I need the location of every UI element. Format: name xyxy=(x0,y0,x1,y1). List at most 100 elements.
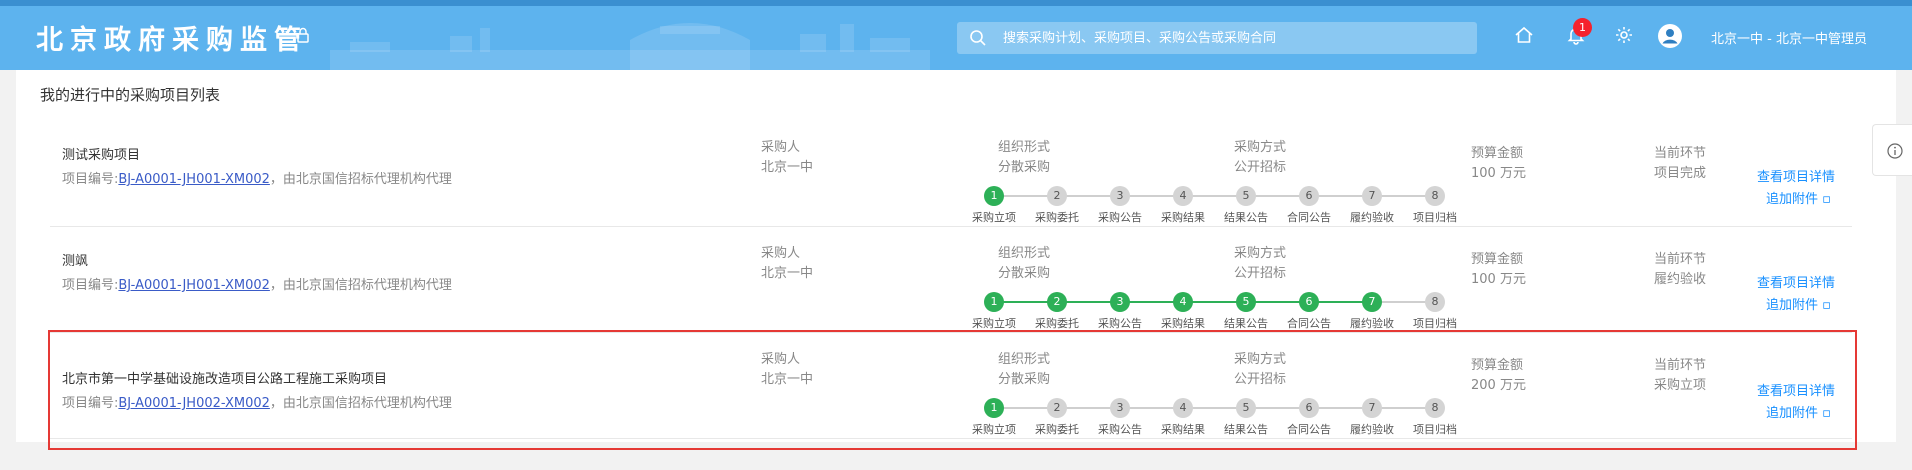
purchaser-label: 采购人 xyxy=(761,140,801,155)
step-label: 项目归档 xyxy=(1413,317,1457,330)
project-name[interactable]: 测试采购项目 xyxy=(62,144,140,163)
step-connector xyxy=(1380,195,1427,197)
org-form-label: 组织形式 xyxy=(998,140,1051,155)
home-icon[interactable] xyxy=(1514,25,1534,45)
project-row: 测试采购项目 项目编号:BJ-A0001-JH001-XM002，由北京国信招标… xyxy=(50,120,1852,226)
step-label: 采购委托 xyxy=(1035,211,1079,224)
step-connector xyxy=(1065,195,1112,197)
step-dot: 5 xyxy=(1236,292,1256,312)
purchaser-label: 采购人 xyxy=(761,246,801,261)
stage-value: 项目完成 xyxy=(1654,166,1707,181)
step-connector xyxy=(1191,301,1238,303)
page-title: 我的进行中的采购项目列表 xyxy=(40,86,221,104)
step-dot: 4 xyxy=(1173,292,1193,312)
org-form-label: 组织形式 xyxy=(998,246,1051,261)
step-connector xyxy=(1002,301,1049,303)
info-icon xyxy=(1887,143,1903,159)
progress-steps: 1 采购立项 2 采购委托 3 采购公告 4 采购结果 5 结果公告 6 合同公告 7 履约验收 8 项目归档 xyxy=(972,292,1504,332)
search-input[interactable] xyxy=(1003,22,1463,54)
project-number-link[interactable]: BJ-A0001-JH001-XM002 xyxy=(118,278,270,293)
step-connector xyxy=(1128,301,1175,303)
step-label: 采购立项 xyxy=(972,211,1016,224)
purchaser-value: 北京一中 xyxy=(761,160,814,175)
step-dot: 2 xyxy=(1047,292,1067,312)
method-label: 采购方式 xyxy=(1234,246,1287,261)
project-agent: ，由北京国信招标代理机构代理 xyxy=(269,172,452,187)
step-label: 采购结果 xyxy=(1161,211,1205,224)
step-dot: 8 xyxy=(1425,186,1445,206)
step-label: 采购委托 xyxy=(1035,317,1079,330)
budget-value: 100 万元 xyxy=(1471,272,1526,287)
step-dot: 2 xyxy=(1047,186,1067,206)
step-label: 采购公告 xyxy=(1098,317,1142,330)
budget-label: 预算金额 xyxy=(1471,252,1524,267)
budget-label: 预算金额 xyxy=(1471,146,1524,161)
highlight-box xyxy=(48,330,1857,450)
method-label: 采购方式 xyxy=(1234,140,1287,155)
stage-label: 当前环节 xyxy=(1654,146,1707,161)
step-connector xyxy=(1191,195,1238,197)
project-agent: ，由北京国信招标代理机构代理 xyxy=(269,278,452,293)
notification-badge: 1 xyxy=(1573,18,1592,37)
project-number-link[interactable]: BJ-A0001-JH001-XM002 xyxy=(118,172,270,187)
step-label: 采购立项 xyxy=(972,317,1016,330)
gear-icon[interactable] xyxy=(1614,25,1634,45)
step-dot: 7 xyxy=(1362,292,1382,312)
step-dot: 8 xyxy=(1425,292,1445,312)
step-dot: 1 xyxy=(984,186,1004,206)
project-number: 项目编号:BJ-A0001-JH001-XM002，由北京国信招标代理机构代理 xyxy=(62,274,452,293)
step-label: 项目归档 xyxy=(1413,211,1457,224)
step-label: 结果公告 xyxy=(1224,211,1268,224)
header-strip xyxy=(0,0,1912,6)
project-number: 项目编号:BJ-A0001-JH001-XM002，由北京国信招标代理机构代理 xyxy=(62,168,452,187)
stage-label: 当前环节 xyxy=(1654,252,1707,267)
step-label: 履约验收 xyxy=(1350,317,1394,330)
step-connector xyxy=(1317,301,1364,303)
step-dot: 3 xyxy=(1110,292,1130,312)
step-dot: 1 xyxy=(984,292,1004,312)
budget-value: 100 万元 xyxy=(1471,166,1526,181)
skyline-decoration xyxy=(330,23,930,70)
project-row: 测飒 项目编号:BJ-A0001-JH001-XM002，由北京国信招标代理机构… xyxy=(50,226,1852,332)
progress-steps: 1 采购立项 2 采购委托 3 采购公告 4 采购结果 5 结果公告 6 合同公告 7 履约验收 8 项目归档 xyxy=(972,186,1504,226)
stage-value: 履约验收 xyxy=(1654,272,1707,287)
app-logo[interactable]: 北京政府采购监管 xyxy=(36,18,308,57)
step-dot: 6 xyxy=(1299,292,1319,312)
step-dot: 6 xyxy=(1299,186,1319,206)
step-label: 采购公告 xyxy=(1098,211,1142,224)
side-info-tab[interactable] xyxy=(1872,124,1912,176)
view-detail-link[interactable]: 查看项目详情 xyxy=(1757,272,1835,291)
avatar[interactable] xyxy=(1658,24,1682,48)
project-number-label: 项目编号: xyxy=(62,172,119,187)
search-box[interactable] xyxy=(957,22,1477,54)
org-form-value: 分散采购 xyxy=(998,160,1051,175)
step-label: 合同公告 xyxy=(1287,317,1331,330)
add-attachment-link[interactable]: 追加附件 ▫ xyxy=(1766,188,1831,207)
org-form-value: 分散采购 xyxy=(998,266,1051,281)
step-connector xyxy=(1065,301,1112,303)
method-value: 公开招标 xyxy=(1234,160,1287,175)
project-name[interactable]: 测飒 xyxy=(62,250,88,269)
step-connector xyxy=(1128,195,1175,197)
step-label: 合同公告 xyxy=(1287,211,1331,224)
search-icon xyxy=(970,30,986,46)
step-connector xyxy=(1380,301,1427,303)
step-dot: 3 xyxy=(1110,186,1130,206)
step-label: 采购结果 xyxy=(1161,317,1205,330)
step-label: 履约验收 xyxy=(1350,211,1394,224)
view-detail-link[interactable]: 查看项目详情 xyxy=(1757,166,1835,185)
step-dot: 5 xyxy=(1236,186,1256,206)
step-connector xyxy=(1317,195,1364,197)
purchaser-value: 北京一中 xyxy=(761,266,814,281)
step-connector xyxy=(1002,195,1049,197)
step-connector xyxy=(1254,301,1301,303)
step-connector xyxy=(1254,195,1301,197)
step-dot: 7 xyxy=(1362,186,1382,206)
step-label: 结果公告 xyxy=(1224,317,1268,330)
lock-icon[interactable] xyxy=(296,27,310,43)
step-dot: 4 xyxy=(1173,186,1193,206)
method-value: 公开招标 xyxy=(1234,266,1287,281)
project-number-label: 项目编号: xyxy=(62,278,119,293)
add-attachment-link[interactable]: 追加附件 ▫ xyxy=(1766,294,1831,313)
user-name[interactable]: 北京一中 - 北京一中管理员 xyxy=(1711,28,1867,47)
